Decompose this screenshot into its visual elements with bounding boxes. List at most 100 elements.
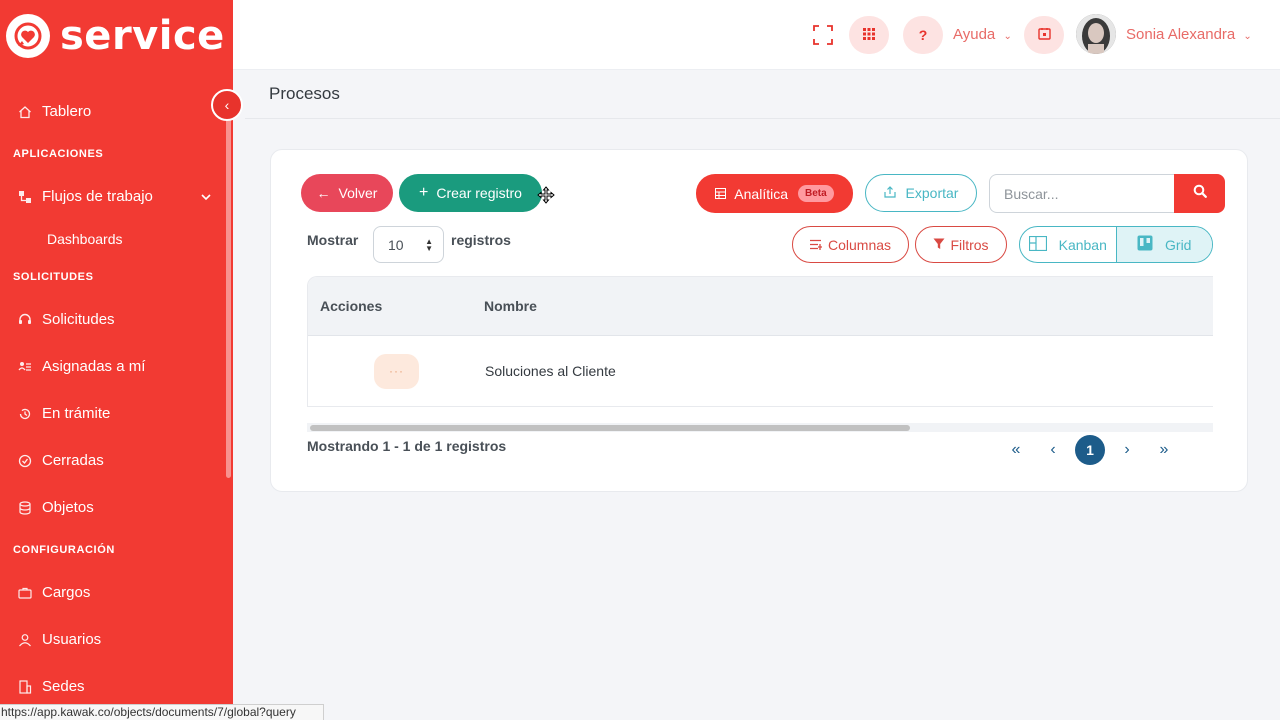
title-divider <box>245 118 1280 119</box>
back-button[interactable]: ← Volver <box>301 174 393 212</box>
scrollbar-thumb[interactable] <box>310 425 910 431</box>
avatar[interactable] <box>1076 14 1116 54</box>
fullscreen-icon[interactable] <box>812 24 834 46</box>
view-toggle: Kanban Grid <box>1019 226 1213 263</box>
pager-prev-button[interactable]: ‹ <box>1038 435 1068 465</box>
search-button[interactable] <box>1174 174 1225 213</box>
pager-page-button[interactable]: 1 <box>1075 435 1105 465</box>
workflow-icon <box>17 189 33 205</box>
grid-dots-icon <box>863 27 875 43</box>
sidebar-item-solicitudes[interactable]: Solicitudes <box>0 296 233 343</box>
filter-icon <box>933 237 945 253</box>
user-icon <box>17 632 33 648</box>
sidebar-item-en-tramite[interactable]: En trámite <box>0 390 233 437</box>
search-group <box>989 174 1225 213</box>
sidebar-item-label: Tablero <box>42 103 92 120</box>
move-cursor-icon <box>537 186 555 204</box>
building-icon <box>17 679 33 695</box>
back-label: Volver <box>338 185 378 201</box>
records-summary: Mostrando 1 - 1 de 1 registros <box>307 438 507 454</box>
analytics-label: Analítica <box>734 185 788 202</box>
table-row[interactable]: ··· Soluciones al Cliente <box>308 336 1213 406</box>
search-input[interactable] <box>989 174 1175 213</box>
pager-first-button[interactable]: « <box>1001 435 1031 465</box>
chevron-left-icon: ‹ <box>224 97 230 113</box>
sidebar-item-asignadas[interactable]: Asignadas a mí <box>0 343 233 390</box>
question-mark-icon: ? <box>918 27 928 43</box>
kanban-view-button[interactable]: Kanban <box>1020 227 1117 262</box>
calendar-button[interactable] <box>1024 16 1064 54</box>
sidebar-item-label: Cargos <box>42 584 91 601</box>
sidebar-collapse-button[interactable]: ‹ <box>211 89 243 121</box>
chevron-down-icon: ⌄ <box>1003 31 1012 42</box>
create-label: Crear registro <box>436 185 522 201</box>
sidebar-item-cargos[interactable]: Cargos <box>0 569 233 616</box>
heart-chat-logo-icon <box>6 14 50 58</box>
sidebar-section-configuracion: CONFIGURACIÓN <box>13 544 115 556</box>
pager-last-button[interactable]: » <box>1149 435 1179 465</box>
filters-button[interactable]: Filtros <box>915 226 1007 263</box>
kanban-label: Kanban <box>1058 236 1107 253</box>
arrow-left-icon: ← <box>316 185 331 201</box>
sidebar-subitem-dashboards[interactable]: Dashboards <box>0 220 233 258</box>
table-horizontal-scrollbar[interactable] <box>307 423 1213 432</box>
sidebar-item-tablero[interactable]: Tablero <box>0 88 233 135</box>
column-header-nombre[interactable]: Nombre <box>484 298 537 314</box>
table-icon <box>715 186 727 202</box>
column-header-acciones[interactable]: Acciones <box>308 298 484 314</box>
filters-label: Filtros <box>950 236 989 253</box>
analytics-button[interactable]: Analítica Beta <box>696 174 853 213</box>
create-record-button[interactable]: + Crear registro <box>399 174 542 212</box>
sidebar-nav: Tablero APLICACIONES Flujos de trabajo D… <box>0 88 233 710</box>
records-label: registros <box>451 232 511 248</box>
grid-view-button[interactable]: Grid <box>1116 227 1212 262</box>
help-label: Ayuda <box>953 26 996 43</box>
page-size-select[interactable]: 10 ▲ ▼ <box>373 226 444 263</box>
chevron-down-icon <box>201 188 211 205</box>
columns-icon <box>809 237 822 253</box>
columns-label: Columnas <box>827 236 892 253</box>
chevron-down-icon: ⌄ <box>1243 31 1252 42</box>
export-icon <box>883 185 896 201</box>
sidebar: service ‹ Tablero APLICACIONES Flujos de… <box>0 0 243 720</box>
columns-button[interactable]: Columnas <box>792 226 909 263</box>
apps-grid-button[interactable] <box>849 16 889 54</box>
sidebar-item-label: Cerradas <box>42 452 104 469</box>
sidebar-item-cerradas[interactable]: Cerradas <box>0 437 233 484</box>
export-button[interactable]: Exportar <box>865 174 977 212</box>
page-title: Procesos <box>269 84 340 103</box>
table-header: Acciones Nombre <box>308 277 1213 336</box>
help-button[interactable]: ? <box>903 16 943 54</box>
beta-badge: Beta <box>798 185 834 202</box>
headset-icon <box>17 312 33 328</box>
sidebar-section-aplicaciones: APLICACIONES <box>13 148 104 160</box>
home-icon <box>17 104 33 120</box>
browser-status-bar: https://app.kawak.co/objects/documents/7… <box>0 704 324 720</box>
sidebar-item-label: Flujos de trabajo <box>42 188 153 205</box>
sidebar-section-solicitudes: SOLICITUDES <box>13 271 94 283</box>
page-size-value: 10 <box>388 236 404 253</box>
sidebar-item-label: Solicitudes <box>42 311 115 328</box>
sidebar-item-objetos[interactable]: Objetos <box>0 484 233 531</box>
user-menu[interactable]: Sonia Alexandra ⌄ <box>1126 26 1252 43</box>
row-actions-cell: ··· <box>308 353 485 389</box>
history-icon <box>17 406 33 422</box>
sidebar-item-usuarios[interactable]: Usuarios <box>0 616 233 663</box>
sidebar-item-label: En trámite <box>42 405 111 422</box>
calendar-icon <box>1037 27 1051 43</box>
row-actions-button[interactable]: ··· <box>374 353 419 389</box>
kanban-icon <box>1028 235 1047 254</box>
sidebar-item-sedes[interactable]: Sedes <box>0 663 233 710</box>
brand-logo[interactable]: service <box>0 0 233 72</box>
sidebar-scrollbar[interactable] <box>226 118 231 478</box>
pager-next-button[interactable]: › <box>1112 435 1142 465</box>
top-bar: ? Ayuda ⌄ Sonia Alexandra ⌄ <box>233 0 1280 70</box>
database-icon <box>17 500 33 516</box>
select-arrows-icon: ▲ ▼ <box>425 237 433 253</box>
records-table: Acciones Nombre ··· Soluciones al Client… <box>307 276 1213 407</box>
search-icon <box>1193 184 1207 203</box>
sidebar-item-flujos[interactable]: Flujos de trabajo <box>0 173 233 220</box>
row-name-cell[interactable]: Soluciones al Cliente <box>485 363 616 379</box>
check-circle-icon <box>17 453 33 469</box>
help-menu[interactable]: Ayuda ⌄ <box>953 26 1012 43</box>
